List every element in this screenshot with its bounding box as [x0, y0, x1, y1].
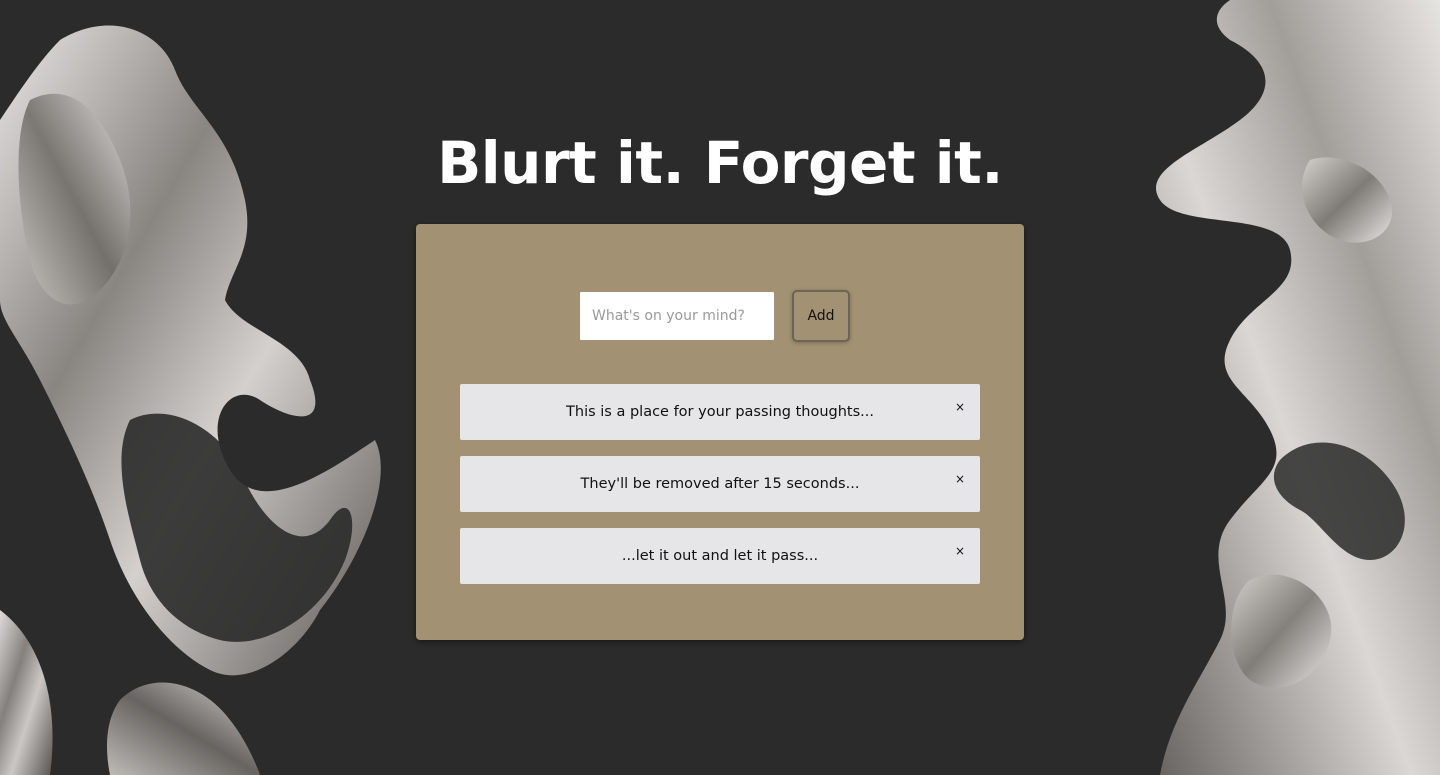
page: Blurt it. Forget it. Add This is a place… — [0, 0, 1440, 775]
add-button[interactable]: Add — [792, 290, 850, 342]
thought-input[interactable] — [580, 292, 774, 340]
page-title: Blurt it. Forget it. — [437, 129, 1003, 197]
composer-row: Add — [580, 290, 850, 342]
thoughts-panel: Add This is a place for your passing tho… — [416, 224, 1024, 640]
chrome-sculpture-left-image — [0, 25, 381, 775]
thought-text: They'll be removed after 15 seconds... — [580, 476, 860, 492]
thought-text: ...let it out and let it pass... — [621, 548, 819, 564]
close-icon[interactable]: × — [954, 401, 966, 413]
close-icon[interactable]: × — [954, 473, 966, 485]
chrome-sculpture-right-image — [1156, 0, 1440, 775]
thought-item: They'll be removed after 15 seconds... × — [460, 456, 980, 512]
close-icon[interactable]: × — [954, 545, 966, 557]
thought-item: This is a place for your passing thought… — [460, 384, 980, 440]
thought-list: This is a place for your passing thought… — [460, 384, 980, 600]
thought-item: ...let it out and let it pass... × — [460, 528, 980, 584]
thought-text: This is a place for your passing thought… — [566, 404, 874, 420]
